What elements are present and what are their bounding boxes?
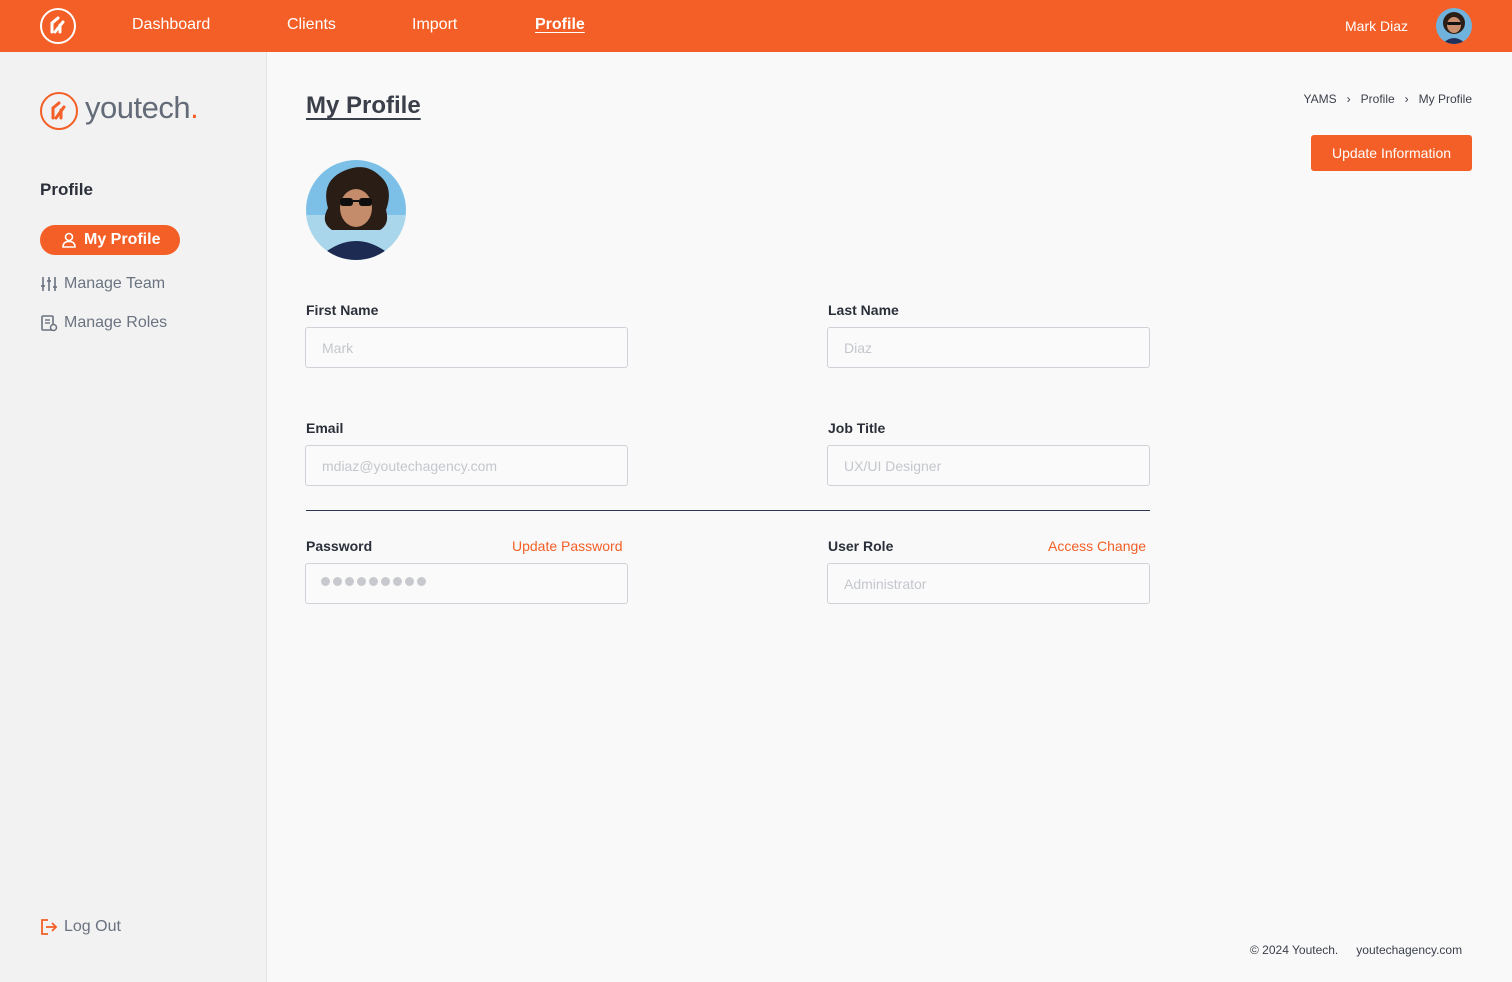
logout-button[interactable]: Log Out [40, 918, 121, 936]
sidebar: youtech. Profile My Profile Manage Team … [0, 52, 267, 982]
user-avatar[interactable] [1436, 8, 1472, 44]
breadcrumb-item[interactable]: Profile [1361, 92, 1395, 106]
brand-wordmark: youtech. [85, 90, 199, 125]
update-password-link[interactable]: Update Password [512, 538, 623, 554]
chevron-right-icon: › [1404, 92, 1409, 106]
user-role-label: User Role [828, 538, 894, 554]
first-name-input[interactable] [305, 327, 628, 368]
footer: © 2024 Youtech. youtechagency.com [1250, 943, 1462, 957]
access-change-link[interactable]: Access Change [1048, 538, 1146, 554]
breadcrumb-item-current: My Profile [1418, 92, 1472, 106]
profile-photo[interactable] [306, 160, 406, 260]
sidebar-item-label: Manage Team [64, 275, 166, 292]
sidebar-item-my-profile[interactable]: My Profile [40, 225, 181, 255]
sidebar-item-manage-roles[interactable]: Manage Roles [40, 308, 167, 338]
chevron-right-icon: › [1346, 92, 1351, 106]
nav-clients[interactable]: Clients [287, 16, 336, 34]
password-mask-dot [345, 577, 354, 586]
sidebar-heading: Profile [40, 180, 93, 199]
password-mask-dot [393, 577, 402, 586]
sidebar-item-label: My Profile [84, 231, 161, 248]
youtech-mark-icon [40, 92, 78, 130]
breadcrumb-item[interactable]: YAMS [1304, 92, 1337, 106]
password-mask-dot [405, 577, 414, 586]
user-role-input[interactable] [827, 563, 1150, 604]
password-mask-dot [357, 577, 366, 586]
password-label: Password [306, 538, 373, 554]
logout-label: Log Out [64, 918, 121, 935]
top-navigation-bar: Dashboard Clients Import Profile Mark Di… [0, 0, 1512, 52]
password-mask [321, 577, 426, 586]
logout-icon [40, 918, 58, 936]
last-name-input[interactable] [827, 327, 1150, 368]
sidebar-item-label: Manage Roles [64, 314, 168, 331]
password-mask-dot [321, 577, 330, 586]
nav-import[interactable]: Import [412, 16, 457, 34]
footer-site-link[interactable]: youtechagency.com [1356, 943, 1462, 957]
job-title-label: Job Title [828, 420, 886, 436]
youtech-logo-icon[interactable] [40, 8, 76, 44]
password-mask-dot [369, 577, 378, 586]
section-divider [306, 510, 1150, 511]
roles-document-icon [40, 314, 58, 332]
nav-profile[interactable]: Profile [535, 16, 585, 34]
footer-copyright: © 2024 Youtech. [1250, 943, 1339, 957]
password-mask-dot [417, 577, 426, 586]
page-title: My Profile [306, 92, 421, 119]
user-icon [60, 231, 78, 249]
sidebar-item-manage-team[interactable]: Manage Team [40, 269, 165, 299]
job-title-input[interactable] [827, 445, 1150, 486]
breadcrumb: YAMS › Profile › My Profile [1304, 92, 1472, 106]
sliders-icon [40, 275, 58, 293]
update-information-button[interactable]: Update Information [1311, 135, 1472, 171]
first-name-label: First Name [306, 302, 379, 318]
password-mask-dot [333, 577, 342, 586]
email-input[interactable] [305, 445, 628, 486]
email-label: Email [306, 420, 344, 436]
nav-dashboard[interactable]: Dashboard [132, 16, 210, 34]
password-mask-dot [381, 577, 390, 586]
current-user-name[interactable]: Mark Diaz [1345, 18, 1408, 34]
last-name-label: Last Name [828, 302, 899, 318]
